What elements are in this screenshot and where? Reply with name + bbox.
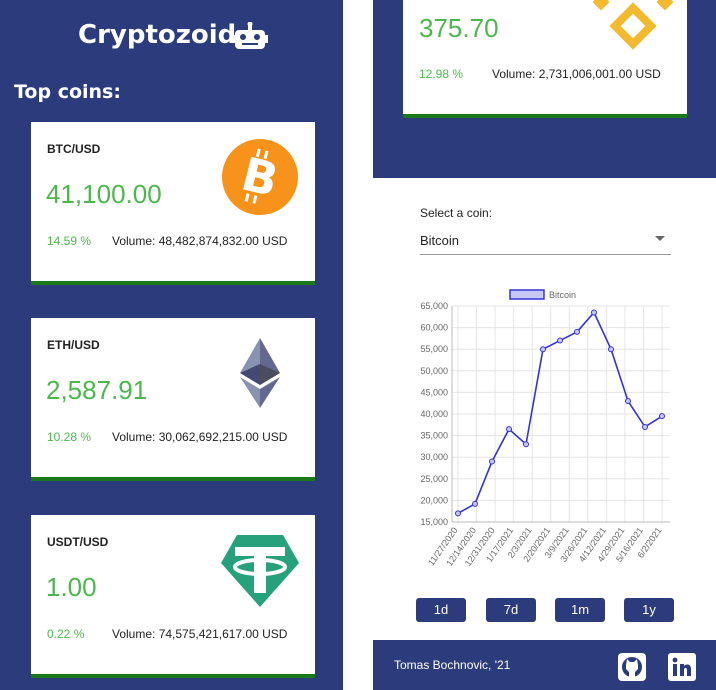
coin-pair: USDT/USD: [47, 535, 109, 549]
y-tick-label: 55,000: [420, 344, 448, 354]
data-point: [659, 413, 665, 420]
coin-volume: Volume: 30,062,692,215.00 USD: [112, 430, 288, 444]
coin-change: 0.22 %: [47, 627, 85, 641]
data-point: [523, 441, 529, 448]
coin-change: 14.59 %: [47, 234, 92, 248]
coin-volume: Volume: 2,731,006,001.00 USD: [492, 67, 661, 81]
coin-change: 12.98 %: [419, 67, 464, 81]
coin-select[interactable]: Bitcoin: [420, 230, 671, 255]
coin-card-bnb[interactable]: 375.70 12.98 % Volume: 2,731,006,001.00 …: [403, 0, 687, 118]
data-point: [625, 398, 631, 405]
data-point: [540, 346, 546, 353]
y-tick-label: 40,000: [420, 409, 448, 419]
coin-pair: BTC/USD: [47, 142, 101, 156]
divider: [343, 0, 373, 690]
coin-select-label: Select a coin:: [420, 206, 493, 220]
robot-icon: [232, 22, 268, 49]
coin-price: 1.00: [46, 572, 97, 602]
bitcoin-icon: B: [222, 139, 298, 215]
y-tick-label: 25,000: [420, 474, 448, 484]
y-tick-label: 35,000: [420, 431, 448, 441]
data-point: [591, 309, 597, 316]
linkedin-icon[interactable]: [668, 653, 696, 681]
top-coins-heading: Top coins:: [14, 81, 121, 103]
y-tick-label: 20,000: [420, 495, 448, 505]
data-point: [455, 510, 461, 517]
y-tick-label: 50,000: [420, 366, 448, 376]
ethereum-icon: [240, 338, 280, 408]
github-icon[interactable]: [618, 653, 646, 681]
coin-price: 375.70: [419, 13, 499, 43]
range-button-7d[interactable]: 7d: [486, 598, 536, 622]
legend-label: Bitcoin: [549, 290, 576, 300]
range-button-1m[interactable]: 1m: [555, 598, 605, 622]
legend-swatch: [509, 289, 545, 300]
coin-volume: Volume: 74,575,421,617.00 USD: [112, 627, 288, 641]
coin-pair: ETH/USD: [47, 338, 100, 352]
coin-card-eth[interactable]: ETH/USD 2,587.91 10.28 % Volume: 30,062,…: [31, 318, 315, 481]
data-point: [608, 346, 614, 353]
y-tick-label: 60,000: [420, 323, 448, 333]
coin-price: 2,587.91: [46, 375, 148, 405]
app-title: Cryptozoid: [78, 20, 237, 50]
coin-card-btc[interactable]: BTC/USD 41,100.00 14.59 % Volume: 48,482…: [31, 122, 315, 285]
tether-icon: [221, 535, 299, 607]
price-chart: 15,000 20,000 25,000 30,000 35,000 40,000 45,0…: [420, 289, 670, 568]
range-button-1y[interactable]: 1y: [624, 598, 674, 622]
data-point: [506, 426, 512, 433]
coin-select-value: Bitcoin: [420, 233, 460, 248]
coin-card-usdt[interactable]: USDT/USD 1.00 0.22 % Volume: 74,575,421,…: [31, 515, 315, 678]
y-tick-label: 30,000: [420, 452, 448, 462]
footer-credit: Tomas Bochnovic, '21: [394, 658, 511, 672]
range-button-1d[interactable]: 1d: [416, 598, 466, 622]
y-tick-label: 45,000: [420, 387, 448, 397]
coin-price: 41,100.00: [46, 179, 162, 209]
data-point: [472, 500, 478, 507]
coin-volume: Volume: 48,482,874,832.00 USD: [112, 234, 288, 248]
data-point: [557, 337, 563, 344]
y-tick-label: 65,000: [420, 301, 448, 311]
chevron-down-icon[interactable]: [655, 236, 665, 241]
data-point: [642, 423, 648, 430]
y-tick-label: 15,000: [420, 517, 448, 527]
coin-change: 10.28 %: [47, 430, 92, 444]
binance-icon: [593, 0, 673, 50]
data-point: [489, 458, 495, 465]
data-point: [574, 328, 580, 335]
